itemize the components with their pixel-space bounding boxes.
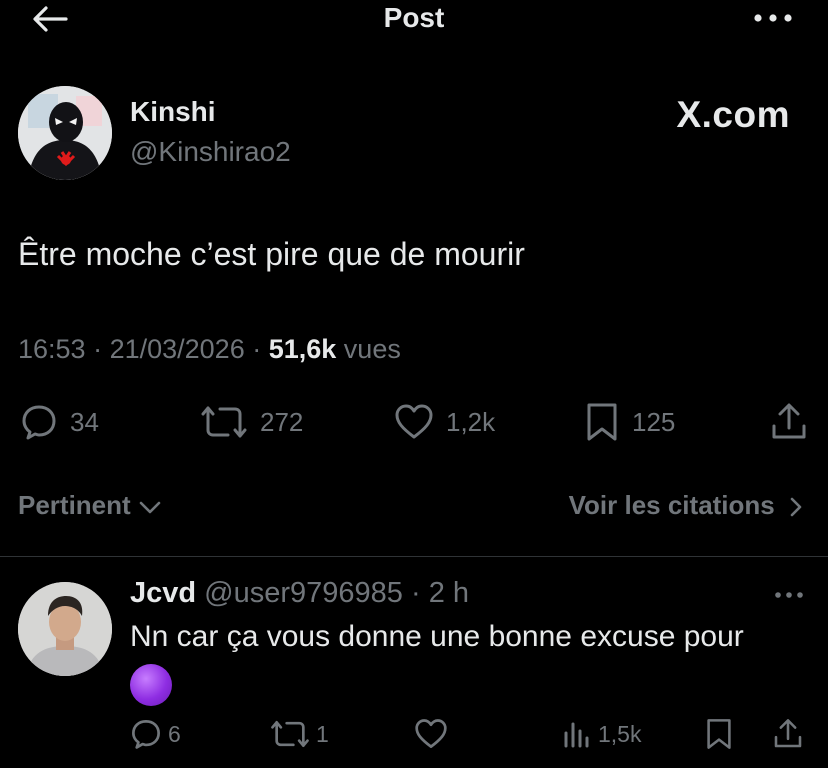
- tweet-meta: 16:53 · 21/03/2026 · 51,6k vues: [18, 334, 401, 365]
- heart-icon: [394, 403, 434, 441]
- tweet-time: 16:53: [18, 334, 86, 364]
- x-watermark: X.com: [676, 94, 790, 135]
- reply-header: Jcvd @user9796985 · 2 h: [130, 577, 469, 610]
- reply-avatar[interactable]: [18, 582, 112, 676]
- repost-button[interactable]: 272: [200, 400, 303, 444]
- reply-reply-button[interactable]: 6: [130, 714, 181, 754]
- repost-count: 272: [260, 406, 304, 437]
- reply-views-button[interactable]: 1,5k: [562, 714, 641, 754]
- reply-button[interactable]: 34: [20, 400, 99, 444]
- tweet-text: Être moche c’est pire que de mourir: [18, 236, 525, 272]
- like-count: 1,2k: [446, 406, 496, 437]
- view-count[interactable]: 51,6k: [269, 334, 337, 364]
- sort-label: Pertinent: [18, 490, 131, 520]
- repost-icon: [200, 403, 248, 441]
- reply-more-icon[interactable]: [772, 588, 806, 602]
- author-avatar[interactable]: [18, 86, 112, 180]
- bookmark-button[interactable]: 125: [584, 400, 675, 444]
- page-title: Post: [383, 2, 445, 33]
- view-label: vues: [336, 334, 401, 364]
- share-button[interactable]: [770, 400, 808, 444]
- bookmark-icon: [584, 402, 620, 442]
- heart-icon: [414, 718, 448, 750]
- tweet-date: 21/03/2026: [109, 334, 245, 364]
- reply-repost-button[interactable]: 1: [270, 714, 329, 754]
- chevron-right-icon: [788, 495, 804, 519]
- more-options-icon[interactable]: [748, 8, 798, 28]
- share-icon: [770, 402, 808, 442]
- share-icon: [772, 718, 804, 750]
- reply-count: 34: [70, 406, 99, 437]
- reply-like-button[interactable]: [414, 714, 448, 754]
- reply-time: 2 h: [428, 577, 470, 609]
- reply-separator: ·: [402, 577, 429, 609]
- purple-circle-emoji: [130, 664, 172, 706]
- comment-icon: [130, 718, 162, 750]
- author-handle[interactable]: @Kinshirao2: [130, 136, 291, 168]
- bookmark-count: 125: [632, 406, 676, 437]
- reply-view-count: 1,5k: [598, 720, 642, 747]
- author-name[interactable]: Kinshi: [130, 96, 216, 128]
- view-quotes-link[interactable]: Voir les citations: [569, 490, 804, 521]
- meta-separator: ·: [244, 334, 269, 364]
- reply-bookmark-button[interactable]: [704, 714, 734, 754]
- chevron-down-icon: [138, 497, 162, 517]
- reply-share-button[interactable]: [772, 714, 804, 754]
- bookmark-icon: [704, 718, 734, 750]
- reply-text: Nn car ça vous donne une bonne excuse po…: [130, 620, 744, 653]
- comment-icon: [20, 403, 58, 441]
- reply-author-handle[interactable]: @user9796985: [204, 577, 403, 609]
- like-button[interactable]: 1,2k: [394, 400, 495, 444]
- replies-sort-dropdown[interactable]: Pertinent: [18, 490, 162, 521]
- reply-reply-count: 6: [168, 720, 181, 747]
- repost-icon: [270, 718, 310, 750]
- analytics-icon: [562, 719, 592, 749]
- meta-separator: ·: [85, 334, 110, 364]
- reply-repost-count: 1: [316, 720, 329, 747]
- reply-author-name[interactable]: Jcvd: [130, 577, 196, 609]
- quotes-label: Voir les citations: [568, 490, 775, 520]
- divider: [0, 556, 828, 557]
